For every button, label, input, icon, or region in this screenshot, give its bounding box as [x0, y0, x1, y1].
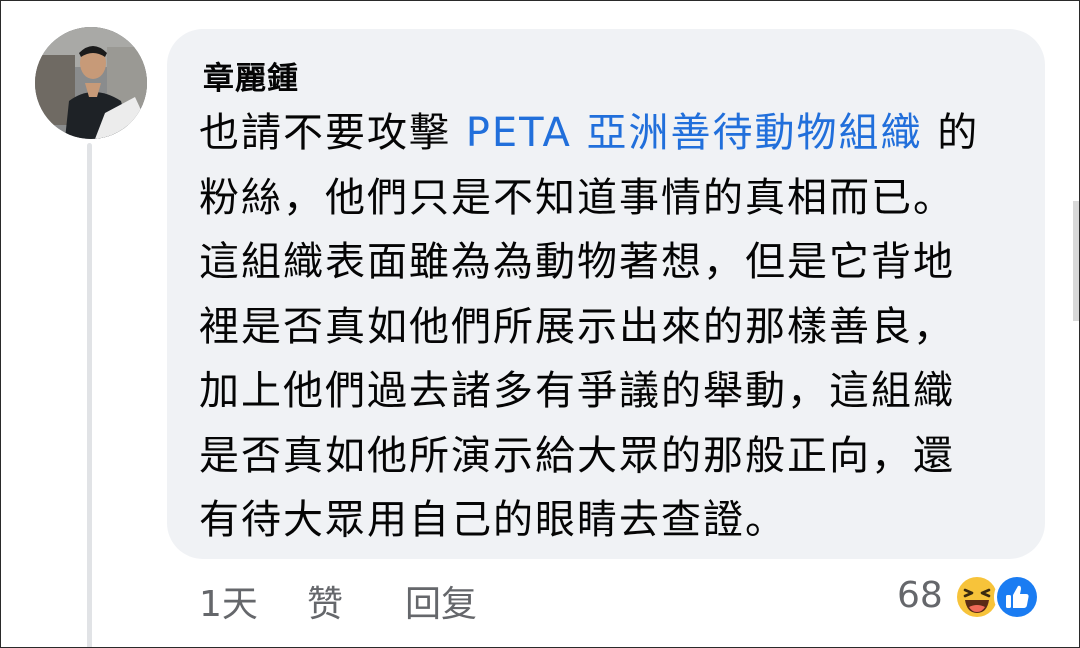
comment-line-6: 是否真如他所演示給大眾的那般正向，還 — [199, 432, 955, 479]
reaction-summary[interactable]: 68 — [897, 573, 1057, 623]
comment-line-7: 有待大眾用自己的眼睛去查證。 — [199, 497, 787, 543]
comment-bubble: 章麗鍾 也請不要攻擊 PETA 亞洲善待動物組織 的 粉絲，他們只是不知道事情的… — [167, 29, 1045, 559]
avatar[interactable] — [35, 27, 147, 139]
reply-thread-line — [87, 143, 92, 647]
comment-line-4: 裡是否真如他們所展示出來的那樣善良， — [199, 303, 955, 350]
page-tag-link[interactable]: PETA 亞洲善待動物組織 — [466, 110, 923, 156]
reaction-count: 68 — [897, 575, 943, 616]
comment-line-2: 粉絲，他們只是不知道事情的真相而已。 — [199, 174, 955, 221]
comment-timestamp[interactable]: 1天 — [199, 575, 258, 627]
comment-text: 也請不要攻擊 PETA 亞洲善待動物組織 的 粉絲，他們只是不知道事情的真相而已… — [199, 101, 1019, 553]
comment-screenshot: 章麗鍾 也請不要攻擊 PETA 亞洲善待動物組織 的 粉絲，他們只是不知道事情的… — [0, 0, 1080, 648]
comment-line-1: 也請不要攻擊 PETA 亞洲善待動物組織 的 — [199, 101, 1019, 166]
scrollbar[interactable] — [1073, 201, 1079, 321]
like-thumb-icon — [994, 574, 1040, 620]
like-button[interactable]: 赞 — [307, 575, 343, 627]
comment-author-name[interactable]: 章麗鍾 — [203, 53, 299, 98]
reply-button[interactable]: 回复 — [405, 575, 477, 627]
avatar-photo — [35, 27, 147, 139]
comment-line-5: 加上他們過去諸多有爭議的舉動，這組織 — [199, 368, 955, 414]
comment-text-segment: 的 — [922, 110, 980, 156]
comment-text-segment: 也請不要攻擊 — [199, 110, 466, 156]
comment-line-3: 這組織表面雖為為動物著想，但是它背地 — [199, 239, 955, 285]
